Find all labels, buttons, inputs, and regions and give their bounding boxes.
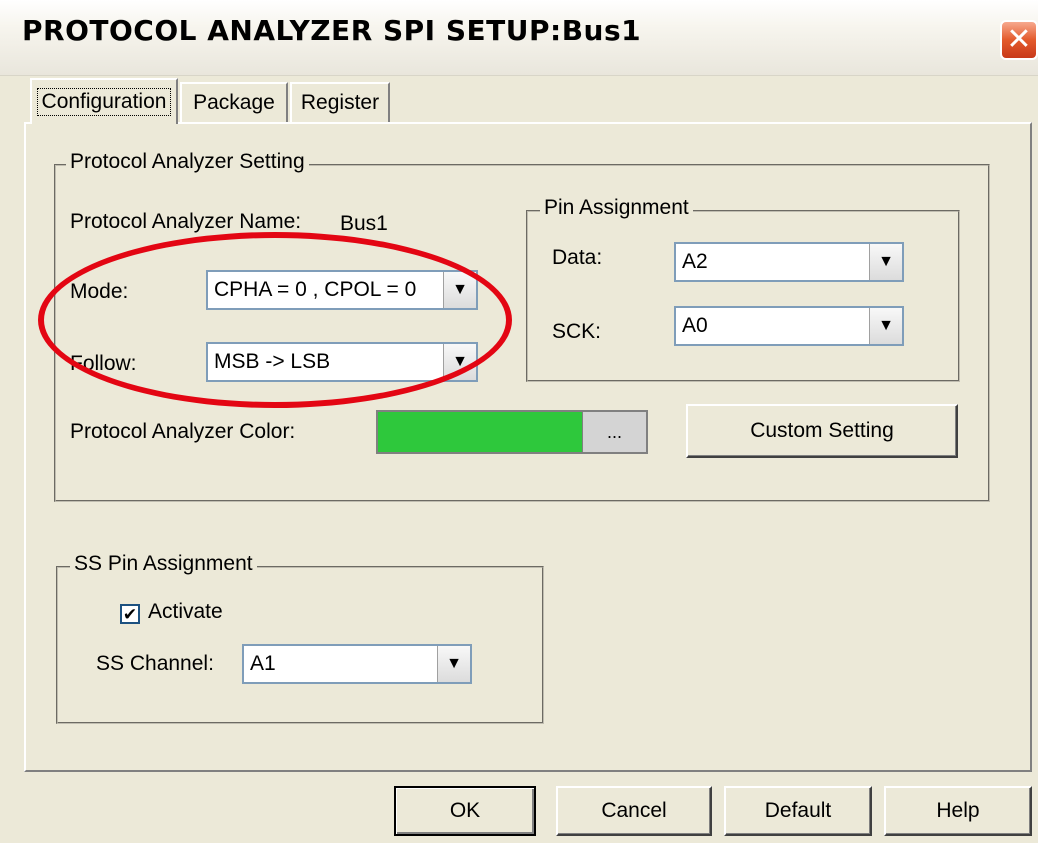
ss-pin-assignment-legend: SS Pin Assignment — [70, 552, 257, 576]
chevron-down-icon[interactable]: ▼ — [869, 308, 902, 344]
sck-pin-select[interactable]: A0 ▼ — [674, 306, 904, 346]
tab-configuration[interactable]: Configuration — [30, 78, 178, 124]
help-button[interactable]: Help — [884, 786, 1032, 836]
checkmark-icon: ✔ — [122, 604, 138, 624]
color-picker-button[interactable]: ... — [582, 412, 646, 452]
tab-register[interactable]: Register — [290, 82, 390, 122]
close-icon: ✕ — [1006, 22, 1032, 57]
protocol-analyzer-setting-legend: Protocol Analyzer Setting — [66, 150, 309, 174]
analyzer-color-picker[interactable]: ... — [376, 410, 648, 454]
pin-assignment-legend: Pin Assignment — [540, 196, 693, 220]
chevron-down-icon[interactable]: ▼ — [437, 646, 470, 682]
sck-pin-label: SCK: — [552, 320, 602, 343]
ss-channel-label: SS Channel: — [96, 652, 214, 675]
chevron-down-icon[interactable]: ▼ — [869, 244, 902, 280]
color-swatch — [378, 412, 582, 452]
default-button[interactable]: Default — [724, 786, 872, 836]
analyzer-color-label: Protocol Analyzer Color: — [70, 420, 296, 443]
cancel-button[interactable]: Cancel — [556, 786, 712, 836]
data-pin-label: Data: — [552, 246, 603, 269]
sck-pin-value: A0 — [682, 314, 708, 337]
data-pin-value: A2 — [682, 250, 708, 273]
custom-setting-button[interactable]: Custom Setting — [686, 404, 958, 458]
ss-channel-value: A1 — [250, 652, 276, 675]
activate-label[interactable]: Activate — [148, 600, 223, 624]
tab-package[interactable]: Package — [180, 82, 288, 122]
close-button[interactable]: ✕ — [1000, 20, 1038, 60]
analyzer-name-label: Protocol Analyzer Name: — [70, 210, 302, 233]
activate-checkbox[interactable]: ✔ — [120, 604, 140, 624]
highlight-annotation — [38, 232, 512, 408]
pin-assignment-group — [526, 210, 960, 382]
ss-channel-select[interactable]: A1 ▼ — [242, 644, 472, 684]
window-title: PROTOCOL ANALYZER SPI SETUP:Bus1 — [22, 14, 642, 47]
ok-button[interactable]: OK — [394, 786, 536, 836]
data-pin-select[interactable]: A2 ▼ — [674, 242, 904, 282]
analyzer-name-value: Bus1 — [340, 212, 388, 235]
